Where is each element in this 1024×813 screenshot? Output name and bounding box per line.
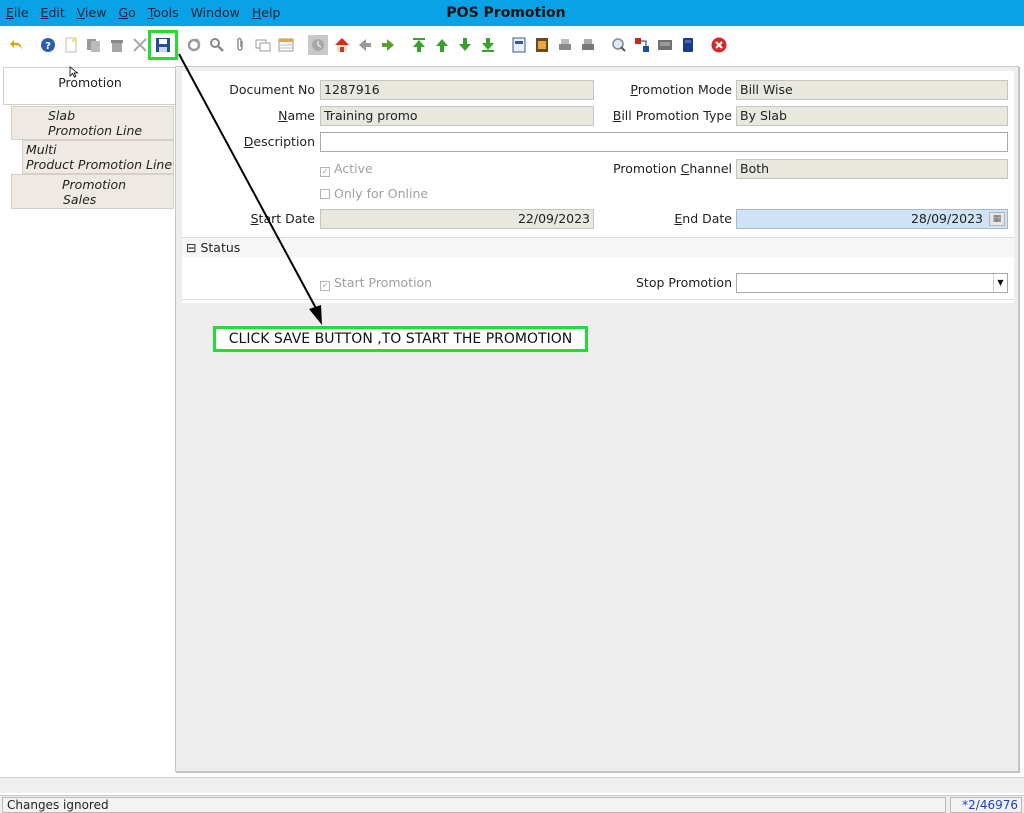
name-label: Name <box>278 108 315 123</box>
tab-multi-product-promotion-line[interactable]: Multi Product Promotion Line <box>22 140 174 174</box>
document-no-label: Document No <box>229 82 315 97</box>
tab-label: Promotion <box>62 177 127 192</box>
help-icon[interactable]: ? <box>39 36 57 54</box>
tab-label: Promotion <box>58 75 122 90</box>
request-icon[interactable] <box>679 36 697 54</box>
section-divider <box>182 299 1014 300</box>
bill-promotion-type-field[interactable]: By Slab <box>736 106 1008 126</box>
stop-promotion-select[interactable]: ▼ <box>736 273 1008 293</box>
promotion-mode-label: Promotion Mode <box>630 82 732 97</box>
stop-promotion-label: Stop Promotion <box>636 275 732 290</box>
save-icon[interactable] <box>148 30 178 60</box>
zoom-across-icon[interactable] <box>610 36 628 54</box>
end-date-value: 28/09/2023 <box>910 211 983 226</box>
end-date-field[interactable]: 28/09/2023 ▦ <box>736 209 1008 229</box>
close-window-icon[interactable] <box>710 36 728 54</box>
new-record-icon[interactable] <box>62 36 80 54</box>
detail-record-icon[interactable] <box>379 36 397 54</box>
print-preview-icon[interactable] <box>556 36 574 54</box>
delete-icon[interactable] <box>108 36 126 54</box>
promotion-channel-field[interactable]: Both <box>736 159 1008 179</box>
mouse-cursor-icon <box>69 66 79 78</box>
undo-icon[interactable] <box>8 36 26 54</box>
menu-go[interactable]: Go <box>112 0 141 26</box>
chat-icon[interactable] <box>254 36 272 54</box>
record-counter[interactable]: *2/46976 <box>950 797 1022 813</box>
checkbox-unchecked-icon <box>320 189 330 199</box>
menu-help[interactable]: Help <box>246 0 287 26</box>
tab-promotion-sales[interactable]: Promotion Sales <box>11 174 174 209</box>
tab-label: Product Promotion Line <box>26 157 173 172</box>
only-for-online-checkbox[interactable]: Only for Online <box>320 184 428 204</box>
active-checkbox[interactable]: ✓ Active <box>320 159 373 179</box>
tab-label: Multi <box>26 142 57 157</box>
grid-toggle-icon[interactable] <box>277 36 295 54</box>
first-record-icon[interactable] <box>410 36 428 54</box>
menu-window[interactable]: Window <box>185 0 246 26</box>
report-icon[interactable] <box>510 36 528 54</box>
promotion-mode-field[interactable]: Bill Wise <box>736 80 1008 100</box>
attachment-icon[interactable] <box>231 36 249 54</box>
checkbox-checked-icon: ✓ <box>320 281 330 291</box>
history-icon[interactable] <box>308 35 328 55</box>
footer-spacer <box>0 777 1024 793</box>
menu-bar: Eile Edit View Go Tools Window Help POS … <box>0 0 1024 26</box>
status-section-header[interactable]: ⊟ Status <box>182 237 1014 257</box>
print-icon[interactable] <box>579 36 597 54</box>
end-date-label: End Date <box>674 211 732 226</box>
parent-record-icon[interactable] <box>356 36 374 54</box>
collapse-icon[interactable]: ⊟ <box>186 240 196 255</box>
previous-record-icon[interactable] <box>433 36 451 54</box>
find-icon[interactable] <box>208 36 226 54</box>
document-no-field[interactable]: 1287916 <box>320 80 594 100</box>
start-date-label: Start Date <box>250 211 315 226</box>
tab-promotion[interactable]: Promotion <box>3 67 176 105</box>
record-panel: Document No 1287916 Name Training promo … <box>175 66 1019 772</box>
status-bar: Changes ignored *2/46976 <box>0 795 1024 813</box>
tab-slab-promotion-line[interactable]: Slab Promotion Line <box>11 106 174 140</box>
svg-text:?: ? <box>45 41 51 52</box>
checkbox-checked-icon: ✓ <box>320 167 330 177</box>
calendar-icon[interactable]: ▦ <box>989 212 1005 226</box>
refresh-icon[interactable] <box>185 36 203 54</box>
delete-selection-icon[interactable] <box>131 36 149 54</box>
menu-edit[interactable]: Edit <box>35 0 71 26</box>
promotion-channel-label: Promotion Channel <box>613 161 732 176</box>
status-section-title: Status <box>200 240 241 255</box>
workflow-icon[interactable] <box>633 36 651 54</box>
product-info-icon[interactable] <box>656 36 674 54</box>
tab-panel: Promotion Slab Promotion Line Multi Prod… <box>0 64 176 776</box>
archive-icon[interactable] <box>533 36 551 54</box>
annotation-label: CLICK SAVE BUTTON ,TO START THE PROMOTIO… <box>213 326 588 352</box>
last-record-icon[interactable] <box>479 36 497 54</box>
copy-record-icon[interactable] <box>85 36 103 54</box>
bill-promotion-type-label: Bill Promotion Type <box>612 108 732 123</box>
toolbar: ? <box>0 26 1024 64</box>
home-icon[interactable] <box>333 36 351 54</box>
description-field[interactable] <box>320 132 1008 152</box>
start-promotion-checkbox[interactable]: ✓ Start Promotion <box>320 273 432 293</box>
tab-label: Slab <box>48 108 76 123</box>
next-record-icon[interactable] <box>456 36 474 54</box>
status-message: Changes ignored <box>2 797 946 813</box>
name-field[interactable]: Training promo <box>320 106 594 126</box>
tab-label: Promotion Line <box>48 123 143 138</box>
form-area: Document No 1287916 Name Training promo … <box>182 71 1014 303</box>
menu-view[interactable]: View <box>71 0 113 26</box>
chevron-down-icon[interactable]: ▼ <box>993 274 1007 292</box>
tab-label: Sales <box>63 192 97 207</box>
menu-tools[interactable]: Tools <box>142 0 185 26</box>
menu-file[interactable]: Eile <box>0 0 35 26</box>
description-label: Description <box>243 134 315 149</box>
start-date-field[interactable]: 22/09/2023 <box>320 209 594 229</box>
